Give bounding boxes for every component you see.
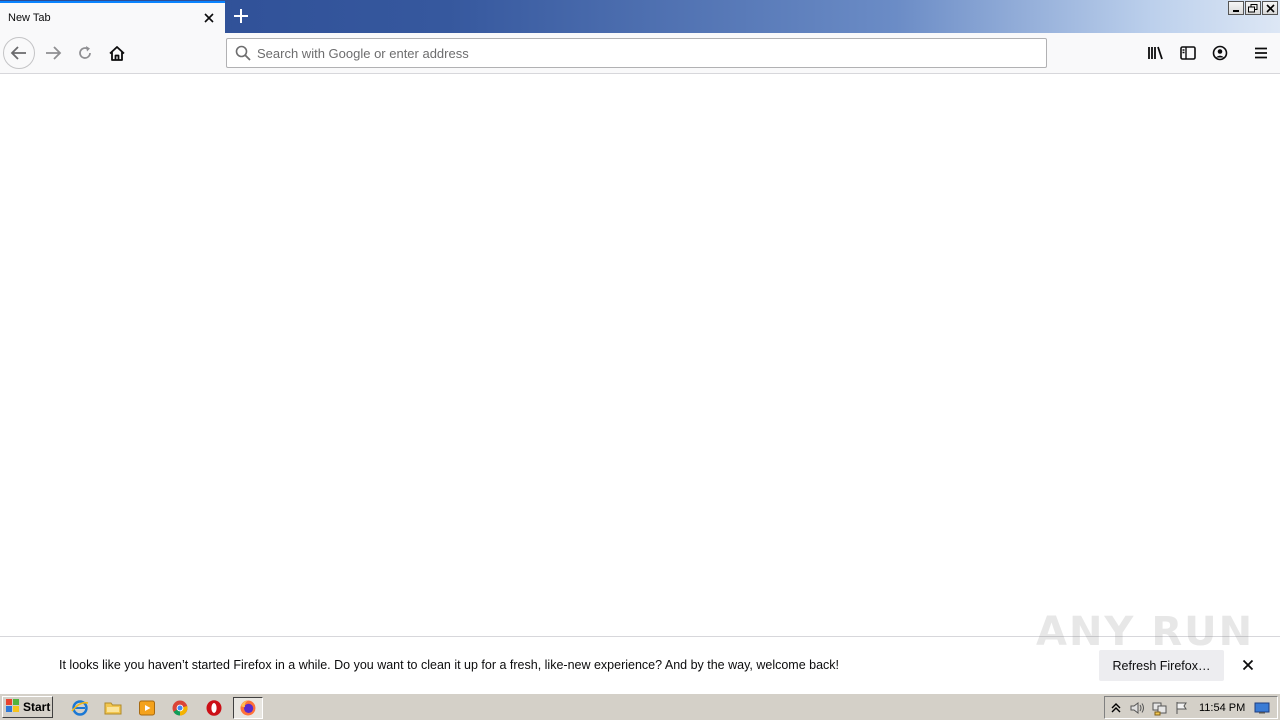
forward-button[interactable] (37, 37, 69, 69)
window-controls (1228, 1, 1278, 15)
volume-icon[interactable] (1127, 698, 1149, 718)
windows-logo-icon (5, 698, 21, 716)
notification-message: It looks like you haven’t started Firefo… (59, 658, 840, 672)
address-bar[interactable] (226, 38, 1047, 68)
restore-button[interactable] (1245, 1, 1261, 15)
chrome-icon[interactable] (168, 697, 192, 719)
sidebar-button[interactable] (1172, 37, 1204, 69)
media-player-icon[interactable] (135, 697, 159, 719)
show-hidden-icons-icon[interactable] (1105, 698, 1127, 718)
opera-icon[interactable] (202, 697, 226, 719)
notification-close-icon[interactable] (1238, 655, 1258, 675)
close-window-button[interactable] (1262, 1, 1278, 15)
menu-button[interactable] (1245, 37, 1277, 69)
action-center-flag-icon[interactable] (1171, 698, 1193, 718)
title-bar: New Tab (0, 0, 1280, 33)
page-content (0, 74, 1280, 636)
taskbar-clock[interactable]: 11:54 PM (1199, 702, 1245, 714)
firefox-taskbar-button[interactable] (233, 697, 263, 719)
network-icon[interactable] (1149, 698, 1171, 718)
navigation-toolbar (0, 33, 1280, 74)
back-button[interactable] (3, 37, 35, 69)
reload-button[interactable] (69, 37, 101, 69)
system-tray: 11:54 PM (1104, 696, 1278, 719)
start-button[interactable]: Start (2, 696, 53, 718)
tab-title: New Tab (8, 12, 51, 24)
internet-explorer-icon[interactable] (68, 697, 92, 719)
tab-close-icon[interactable] (197, 6, 221, 30)
refresh-firefox-button[interactable]: Refresh Firefox… (1099, 650, 1224, 681)
refresh-notification-bar: ANY RUN It looks like you haven’t starte… (0, 609, 1280, 693)
new-tab-button[interactable] (229, 4, 253, 28)
show-desktop-icon[interactable] (1251, 698, 1273, 718)
url-input[interactable] (251, 40, 1046, 66)
tab-new-tab[interactable]: New Tab (0, 1, 225, 33)
taskbar: Start 11:54 PM (0, 693, 1280, 720)
start-label: Start (23, 700, 51, 714)
minimize-button[interactable] (1228, 1, 1244, 15)
file-explorer-icon[interactable] (101, 697, 125, 719)
library-button[interactable] (1140, 37, 1172, 69)
home-button[interactable] (101, 37, 133, 69)
search-icon (227, 40, 251, 66)
account-icon[interactable] (1204, 37, 1236, 69)
